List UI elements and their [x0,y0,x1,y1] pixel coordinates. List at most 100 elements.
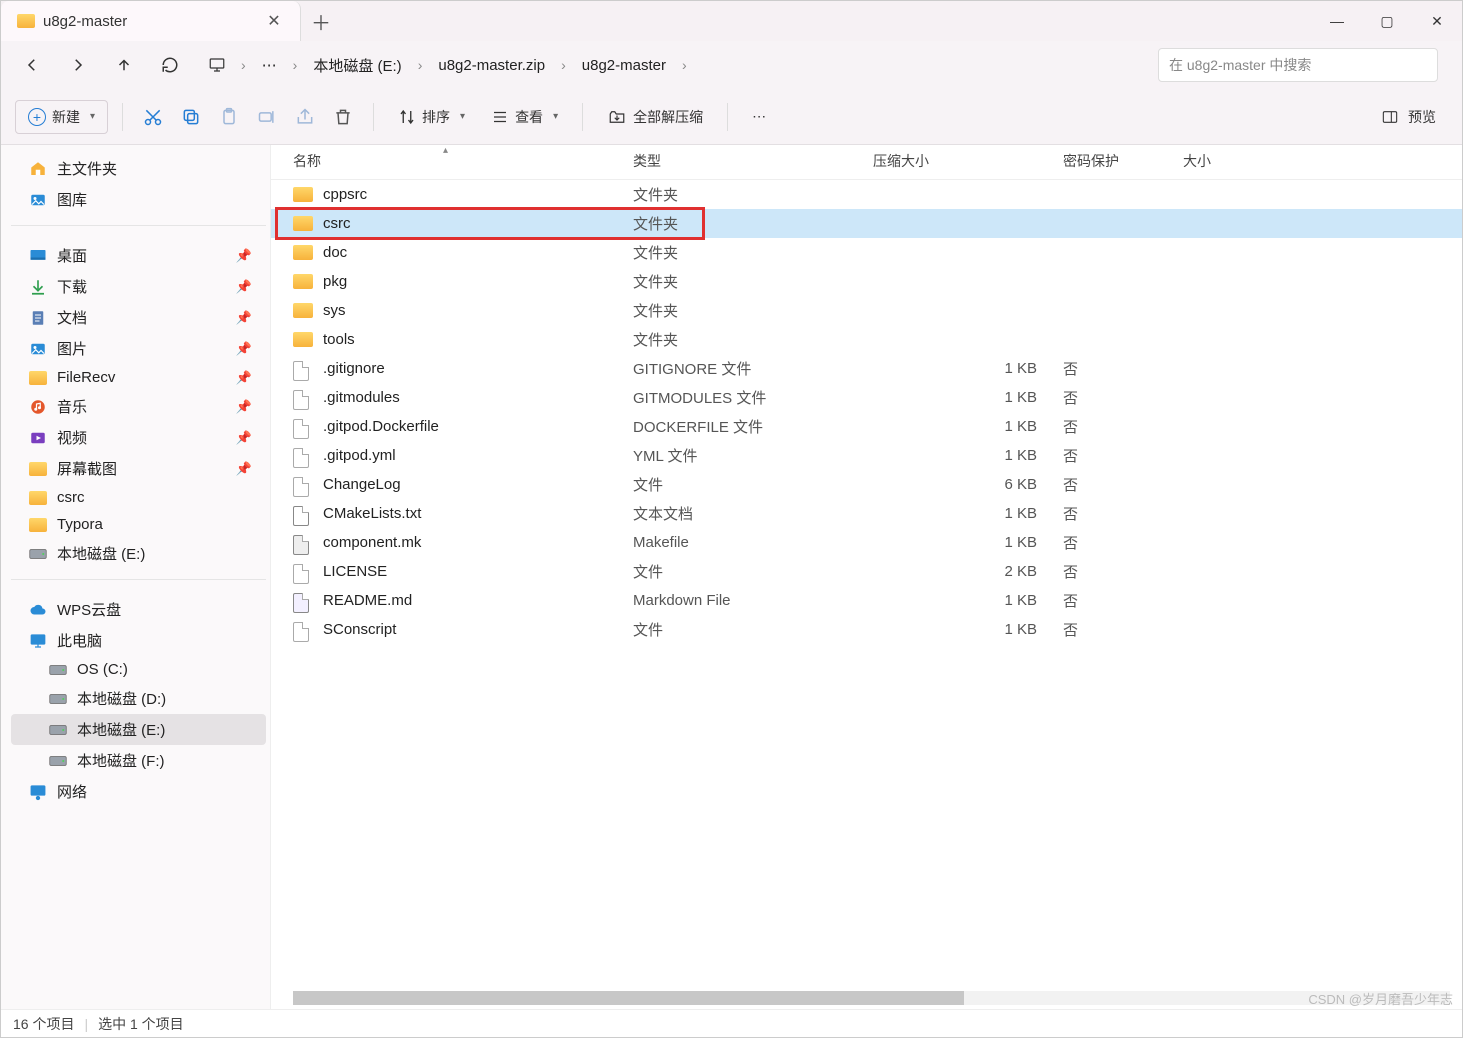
table-row[interactable]: .gitmodulesGITMODULES 文件1 KB否 [271,383,1462,412]
row-name: CMakeLists.txt [323,505,421,522]
sidebar-item[interactable]: 视频📌 [11,422,266,453]
row-type: 文件 [633,561,873,582]
table-row[interactable]: cppsrc文件夹 [271,180,1462,209]
row-name: LICENSE [323,563,387,580]
row-password: 否 [1063,532,1183,553]
breadcrumb-seg-2[interactable]: u8g2-master [574,53,674,78]
disk-icon [49,662,67,678]
cut-icon[interactable] [137,101,169,133]
sidebar-item-label: WPS云盘 [57,599,121,620]
sidebar-item-label: 本地磁盘 (F:) [77,750,165,771]
row-password: 否 [1063,561,1183,582]
row-type: DOCKERFILE 文件 [633,416,873,437]
column-compressed-size[interactable]: 压缩大小 [873,151,1063,171]
folder-icon [293,245,313,261]
table-row[interactable]: README.mdMarkdown File1 KB否 [271,586,1462,615]
chevron-right-icon[interactable]: › [414,57,427,73]
sidebar-item[interactable]: 网络 [11,776,266,807]
sidebar-item[interactable]: 本地磁盘 (F:) [11,745,266,776]
sidebar-item[interactable]: 主文件夹 [11,153,266,184]
view-button[interactable]: 查看 ▾ [481,101,568,133]
breadcrumb-seg-0[interactable]: 本地磁盘 (E:) [305,51,409,80]
horizontal-scrollbar[interactable] [293,991,1450,1005]
table-row[interactable]: tools文件夹 [271,325,1462,354]
pin-icon: 📌 [236,248,252,264]
up-button[interactable] [103,47,145,83]
table-row[interactable]: LICENSE文件2 KB否 [271,557,1462,586]
column-name[interactable]: 名称▴ [293,151,633,171]
extract-all-button[interactable]: 全部解压缩 [597,101,713,133]
sidebar-item[interactable]: 本地磁盘 (D:) [11,683,266,714]
rename-icon[interactable] [251,101,283,133]
sidebar-item[interactable]: 图库 [11,184,266,215]
chevron-right-icon[interactable]: › [678,57,691,73]
close-window-button[interactable]: ✕ [1412,1,1462,41]
row-name: doc [323,244,347,261]
table-row[interactable]: .gitpod.DockerfileDOCKERFILE 文件1 KB否 [271,412,1462,441]
minimize-button[interactable]: — [1312,1,1362,41]
delete-icon[interactable] [327,101,359,133]
sidebar-item-label: 视频 [57,427,87,448]
sidebar-item[interactable]: 音乐📌 [11,391,266,422]
new-button[interactable]: + 新建 ▾ [15,100,108,134]
scrollbar-thumb[interactable] [293,991,964,1005]
paste-icon[interactable] [213,101,245,133]
table-row[interactable]: pkg文件夹 [271,267,1462,296]
chevron-right-icon[interactable]: › [237,57,250,73]
copy-icon[interactable] [175,101,207,133]
chevron-right-icon[interactable]: › [289,57,302,73]
sidebar-item[interactable]: Typora [11,511,266,538]
close-tab-icon[interactable]: ✕ [264,11,284,31]
sidebar-item[interactable]: WPS云盘 [11,594,266,625]
table-row[interactable]: doc 文件夹 [271,238,1462,267]
new-tab-button[interactable]: ＋ [301,7,341,36]
tab-active[interactable]: u8g2-master ✕ [1,1,301,41]
table-row[interactable]: SConscript文件1 KB否 [271,615,1462,644]
more-button[interactable]: ⋯ [742,102,776,131]
table-row[interactable]: csrc文件夹 [271,209,1462,238]
content: 主文件夹图库 桌面📌下载📌文档📌图片📌FileRecv📌音乐📌视频📌屏幕截图📌c… [1,145,1462,1009]
table-row[interactable]: CMakeLists.txt文本文档1 KB否 [271,499,1462,528]
row-name: .gitpod.Dockerfile [323,418,439,435]
forward-button[interactable] [57,47,99,83]
file-icon [293,622,313,638]
row-compressed-size: 6 KB [873,476,1063,493]
sidebar-item[interactable]: csrc [11,484,266,511]
sidebar[interactable]: 主文件夹图库 桌面📌下载📌文档📌图片📌FileRecv📌音乐📌视频📌屏幕截图📌c… [1,145,271,1009]
preview-pane-button[interactable]: 预览 [1368,101,1448,133]
row-name: .gitmodules [323,389,400,406]
sort-button[interactable]: 排序 ▾ [388,101,475,133]
sidebar-item-label: 本地磁盘 (E:) [77,719,165,740]
sidebar-item[interactable]: OS (C:) [11,656,266,683]
sidebar-item[interactable]: 本地磁盘 (E:) [11,714,266,745]
plus-icon: + [28,108,46,126]
breadcrumb-seg-1[interactable]: u8g2-master.zip [430,53,553,78]
column-type[interactable]: 类型 [633,151,873,171]
sidebar-item[interactable]: 图片📌 [11,333,266,364]
table-row[interactable]: ChangeLog文件6 KB否 [271,470,1462,499]
table-row[interactable]: component.mkMakefile1 KB否 [271,528,1462,557]
sidebar-item[interactable]: 文档📌 [11,302,266,333]
sidebar-item[interactable]: 下载📌 [11,271,266,302]
column-password[interactable]: 密码保护 [1063,151,1183,171]
table-row[interactable]: .gitpod.ymlYML 文件1 KB否 [271,441,1462,470]
row-type: 文件夹 [633,242,873,263]
search-input[interactable]: 在 u8g2-master 中搜索 [1158,48,1438,82]
sidebar-item[interactable]: FileRecv📌 [11,364,266,391]
table-row[interactable]: .gitignoreGITIGNORE 文件1 KB否 [271,354,1462,383]
folder-icon [29,370,47,386]
refresh-button[interactable] [149,47,191,83]
sidebar-item[interactable]: 本地磁盘 (E:) [11,538,266,569]
chevron-right-icon[interactable]: › [557,57,570,73]
sidebar-item[interactable]: 屏幕截图📌 [11,453,266,484]
breadcrumb-dots[interactable]: ⋯ [254,52,285,78]
pc-root-icon[interactable] [201,47,233,83]
table-row[interactable]: sys文件夹 [271,296,1462,325]
sidebar-item[interactable]: 桌面📌 [11,240,266,271]
separator: | [84,1016,88,1032]
back-button[interactable] [11,47,53,83]
maximize-button[interactable]: ▢ [1362,1,1412,41]
sidebar-item[interactable]: 此电脑 [11,625,266,656]
column-size[interactable]: 大小 [1183,151,1462,171]
share-icon[interactable] [289,101,321,133]
